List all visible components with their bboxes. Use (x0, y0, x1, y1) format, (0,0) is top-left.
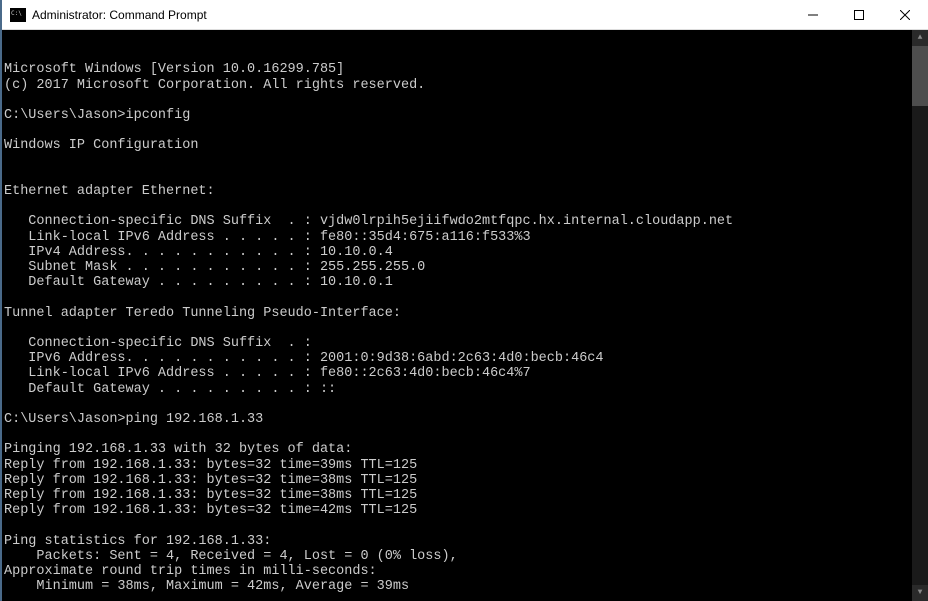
terminal-line: C:\Users\Jason>ping 192.168.1.33 (4, 412, 928, 427)
terminal-line: Default Gateway . . . . . . . . . : :: (4, 382, 928, 397)
window-title: Administrator: Command Prompt (32, 8, 790, 22)
terminal-line: Ethernet adapter Ethernet: (4, 184, 928, 199)
terminal-line: Reply from 192.168.1.33: bytes=32 time=4… (4, 503, 928, 518)
terminal-line: Packets: Sent = 4, Received = 4, Lost = … (4, 549, 928, 564)
terminal-line (4, 93, 928, 108)
terminal-line: Reply from 192.168.1.33: bytes=32 time=3… (4, 458, 928, 473)
terminal-line: Microsoft Windows [Version 10.0.16299.78… (4, 62, 928, 77)
terminal-line (4, 123, 928, 138)
terminal[interactable]: Microsoft Windows [Version 10.0.16299.78… (2, 30, 928, 601)
cmd-icon (10, 8, 26, 22)
titlebar[interactable]: Administrator: Command Prompt (2, 0, 928, 30)
scroll-down-button[interactable]: ▼ (912, 585, 928, 601)
terminal-line: Reply from 192.168.1.33: bytes=32 time=3… (4, 488, 928, 503)
terminal-line (4, 154, 928, 169)
terminal-line: Default Gateway . . . . . . . . . : 10.1… (4, 275, 928, 290)
terminal-line: (c) 2017 Microsoft Corporation. All righ… (4, 78, 928, 93)
terminal-line: Pinging 192.168.1.33 with 32 bytes of da… (4, 442, 928, 457)
terminal-line: Approximate round trip times in milli-se… (4, 564, 928, 579)
terminal-line: Subnet Mask . . . . . . . . . . . : 255.… (4, 260, 928, 275)
scrollbar[interactable]: ▲ ▼ (912, 30, 928, 601)
terminal-line (4, 594, 928, 601)
close-button[interactable] (882, 0, 928, 29)
terminal-line: Connection-specific DNS Suffix . : vjdw0… (4, 214, 928, 229)
maximize-button[interactable] (836, 0, 882, 29)
terminal-line: C:\Users\Jason>ipconfig (4, 108, 928, 123)
scroll-up-button[interactable]: ▲ (912, 30, 928, 46)
terminal-line (4, 397, 928, 412)
terminal-line: Minimum = 38ms, Maximum = 42ms, Average … (4, 579, 928, 594)
scroll-thumb[interactable] (912, 46, 928, 106)
terminal-line: Link-local IPv6 Address . . . . . : fe80… (4, 230, 928, 245)
terminal-line (4, 427, 928, 442)
terminal-line: Reply from 192.168.1.33: bytes=32 time=3… (4, 473, 928, 488)
terminal-content: Microsoft Windows [Version 10.0.16299.78… (2, 60, 928, 601)
terminal-line (4, 199, 928, 214)
window-controls (790, 0, 928, 29)
terminal-line: Connection-specific DNS Suffix . : (4, 336, 928, 351)
terminal-line: Windows IP Configuration (4, 138, 928, 153)
terminal-line: IPv6 Address. . . . . . . . . . . : 2001… (4, 351, 928, 366)
terminal-line (4, 321, 928, 336)
terminal-line (4, 290, 928, 305)
terminal-line: Tunnel adapter Teredo Tunneling Pseudo-I… (4, 306, 928, 321)
terminal-line (4, 518, 928, 533)
terminal-line: Link-local IPv6 Address . . . . . : fe80… (4, 366, 928, 381)
terminal-line: Ping statistics for 192.168.1.33: (4, 534, 928, 549)
minimize-button[interactable] (790, 0, 836, 29)
terminal-line (4, 169, 928, 184)
terminal-line: IPv4 Address. . . . . . . . . . . : 10.1… (4, 245, 928, 260)
